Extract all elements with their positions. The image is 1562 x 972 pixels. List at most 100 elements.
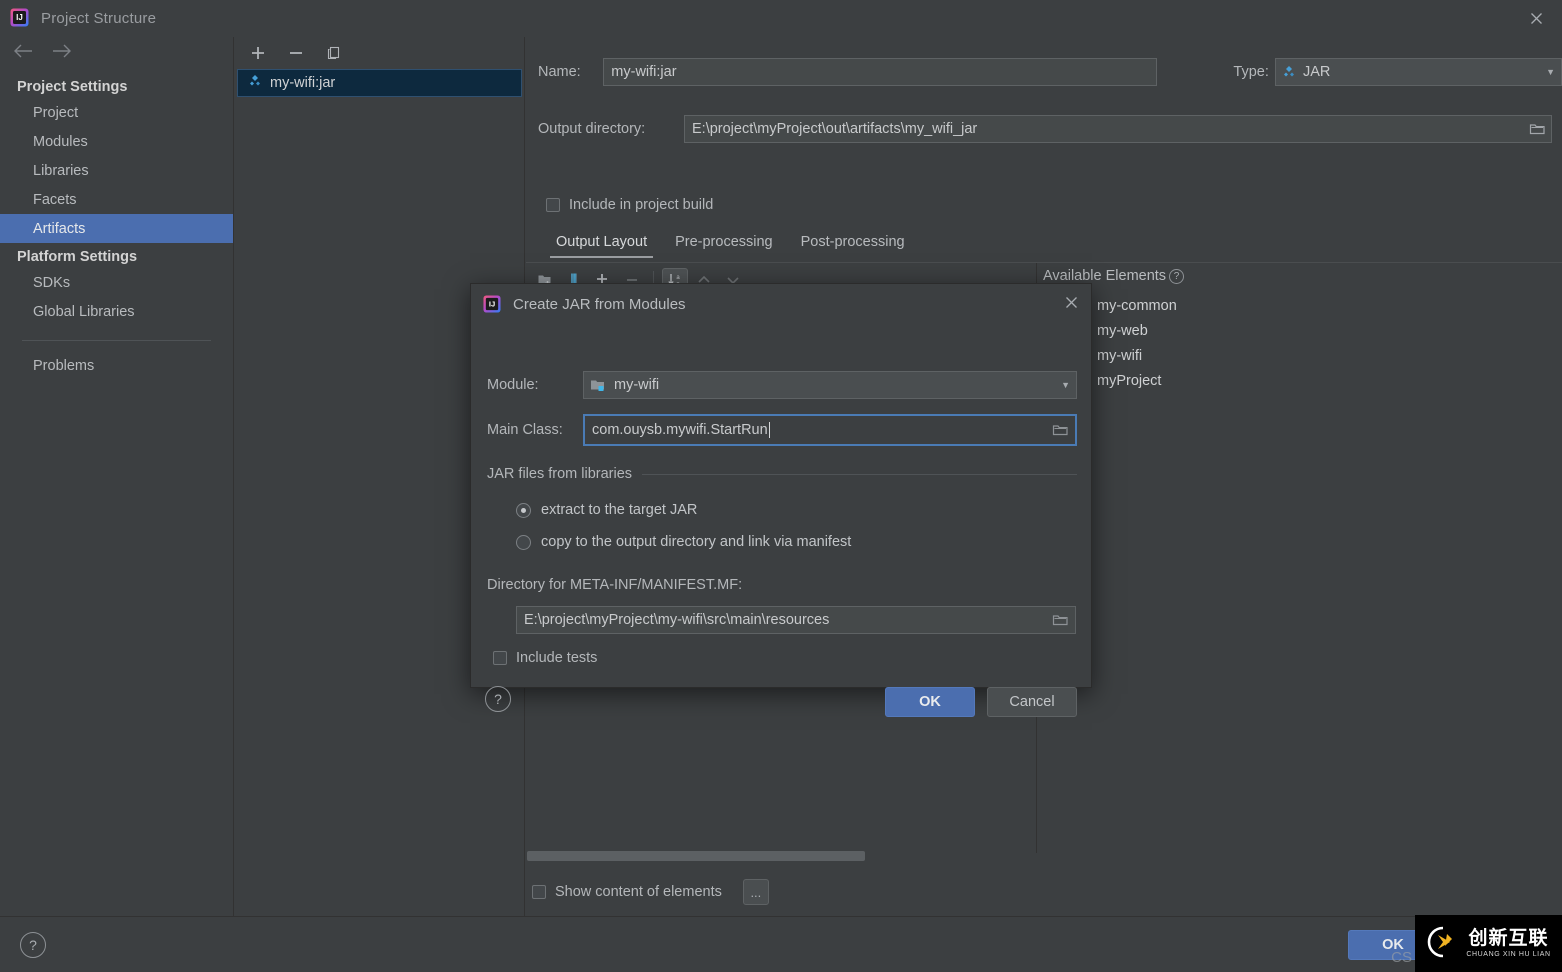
help-label: ? [29,937,37,953]
tab-post-processing[interactable]: Post-processing [787,230,919,258]
show-content-checkbox[interactable] [532,885,546,899]
main-class-browse-icon[interactable] [1052,422,1069,442]
module-label: Module: [487,377,583,393]
modal-cancel-button[interactable]: Cancel [987,687,1077,717]
sidebar-group-project-settings: Project Settings [0,71,233,98]
back-arrow-icon[interactable] [12,43,34,65]
artifact-type-select[interactable]: JAR ▼ [1275,58,1562,86]
tab-pre-processing[interactable]: Pre-processing [661,230,787,258]
sidebar-item-label: Facets [33,192,77,208]
tabs-divider [526,262,1562,263]
tab-label: Pre-processing [675,234,773,250]
project-structure-window: IJ Project Structure Project Settings Pr… [0,0,1562,972]
sidebar-item-global-libraries[interactable]: Global Libraries [0,297,233,326]
include-tests-row[interactable]: Include tests [493,650,597,666]
manifest-directory-input[interactable]: E:\project\myProject\my-wifi\src\main\re… [516,606,1076,634]
artifacts-toolbar [235,37,524,69]
available-tree-item[interactable]: my-common [1051,293,1371,318]
sidebar-item-label: Artifacts [33,221,85,237]
modal-titlebar: IJ Create JAR from Modules [471,284,1091,324]
tab-label: Output Layout [556,234,647,250]
sidebar-item-label: Libraries [33,163,89,179]
help-button[interactable]: ? [20,932,46,958]
manifest-directory-value: E:\project\myProject\my-wifi\src\main\re… [524,612,829,628]
tab-label: Post-processing [801,234,905,250]
sidebar-nav-arrows [0,37,233,71]
remove-artifact-button[interactable] [285,42,307,64]
output-directory-input[interactable]: E:\project\myProject\out\artifacts\my_wi… [684,115,1552,143]
sidebar-item-modules[interactable]: Modules [0,127,233,156]
module-folder-icon [590,378,606,392]
sidebar-item-label: Modules [33,134,88,150]
manifest-directory-label: Directory for META-INF/MANIFEST.MF: [487,577,742,593]
artifact-list-item-label: my-wifi:jar [270,75,335,91]
copy-artifact-button[interactable] [323,42,345,64]
sidebar-item-label: Problems [33,358,94,374]
modal-cancel-label: Cancel [1009,694,1054,710]
sidebar-group-platform-settings: Platform Settings [0,243,233,268]
intellij-idea-logo-icon: IJ [483,295,501,313]
available-tree-item-label: my-common [1097,298,1177,314]
csdn-watermark-text: CS [1391,949,1412,966]
modal-close-button[interactable] [1064,294,1079,315]
module-select[interactable]: my-wifi ▼ [583,371,1077,399]
available-elements-header: Available Elements ? [1043,268,1184,284]
artifact-name-input[interactable]: my-wifi:jar [603,58,1157,86]
radio-button[interactable] [516,503,531,518]
sidebar-divider [22,340,211,341]
available-tree-item-label: my-wifi [1097,348,1142,364]
sidebar-item-label: Project [33,105,78,121]
horizontal-scrollbar[interactable] [527,851,865,861]
sidebar-item-artifacts[interactable]: Artifacts [0,214,233,243]
show-content-options-button[interactable]: ... [743,879,769,905]
artifact-list-item[interactable]: my-wifi:jar [237,69,522,97]
radio-label: extract to the target JAR [541,502,697,518]
modal-ok-label: OK [919,694,941,710]
radio-button[interactable] [516,535,531,550]
text-caret [769,422,770,438]
sidebar-item-facets[interactable]: Facets [0,185,233,214]
tab-output-layout[interactable]: Output Layout [542,230,661,258]
sidebar-item-libraries[interactable]: Libraries [0,156,233,185]
modal-ok-button[interactable]: OK [885,687,975,717]
manifest-browse-icon[interactable] [1052,612,1069,632]
output-directory-value: E:\project\myProject\out\artifacts\my_wi… [692,121,977,137]
sidebar-item-problems[interactable]: Problems [0,351,233,380]
artifact-name-label: Name: [538,64,603,80]
svg-text:a: a [676,275,680,281]
help-icon[interactable]: ? [1169,269,1184,284]
sidebar-item-project[interactable]: Project [0,98,233,127]
forward-arrow-icon[interactable] [51,43,73,65]
available-tree-item[interactable]: myProject [1051,368,1371,393]
window-close-button[interactable] [1510,0,1562,37]
include-in-build-checkbox[interactable] [546,198,560,212]
available-tree-item-label: my-web [1097,323,1148,339]
settings-sidebar: Project Settings Project Modules Librari… [0,37,234,916]
sidebar-item-label: SDKs [33,275,70,291]
folder-icon[interactable] [1529,121,1546,141]
main-class-input[interactable]: com.ouysb.mywifi.StartRun [583,414,1077,446]
create-jar-from-modules-dialog: IJ Create JAR from Modules Module: [470,283,1092,688]
ellipsis-label: ... [750,885,761,900]
artifact-jar-icon [1282,65,1296,79]
intellij-idea-logo-icon: IJ [10,8,29,30]
include-in-build-checkbox-row[interactable]: Include in project build [546,197,713,213]
available-tree-item[interactable]: my-wifi [1051,343,1371,368]
available-elements-label: Available Elements [1043,268,1166,284]
main-class-label: Main Class: [487,422,583,438]
radio-label: copy to the output directory and link vi… [541,534,851,550]
radio-copy-to-output-directory[interactable]: copy to the output directory and link vi… [516,534,851,550]
available-elements-tree: my-common my-web my-wifi [1051,293,1371,393]
radio-extract-to-target-jar[interactable]: extract to the target JAR [516,502,697,518]
chevron-down-icon: ▼ [1061,380,1070,390]
modal-help-button[interactable]: ? [485,686,511,712]
add-artifact-button[interactable] [247,42,269,64]
sidebar-item-sdks[interactable]: SDKs [0,268,233,297]
available-tree-item[interactable]: my-web [1051,318,1371,343]
site-watermark: 创新互联 CHUANG XIN HU LIAN [1415,915,1562,972]
artifact-name-value: my-wifi:jar [611,64,676,80]
chevron-down-icon: ▼ [1546,67,1555,77]
modal-help-label: ? [494,691,502,707]
include-tests-checkbox[interactable] [493,651,507,665]
include-in-build-label: Include in project build [569,197,713,213]
